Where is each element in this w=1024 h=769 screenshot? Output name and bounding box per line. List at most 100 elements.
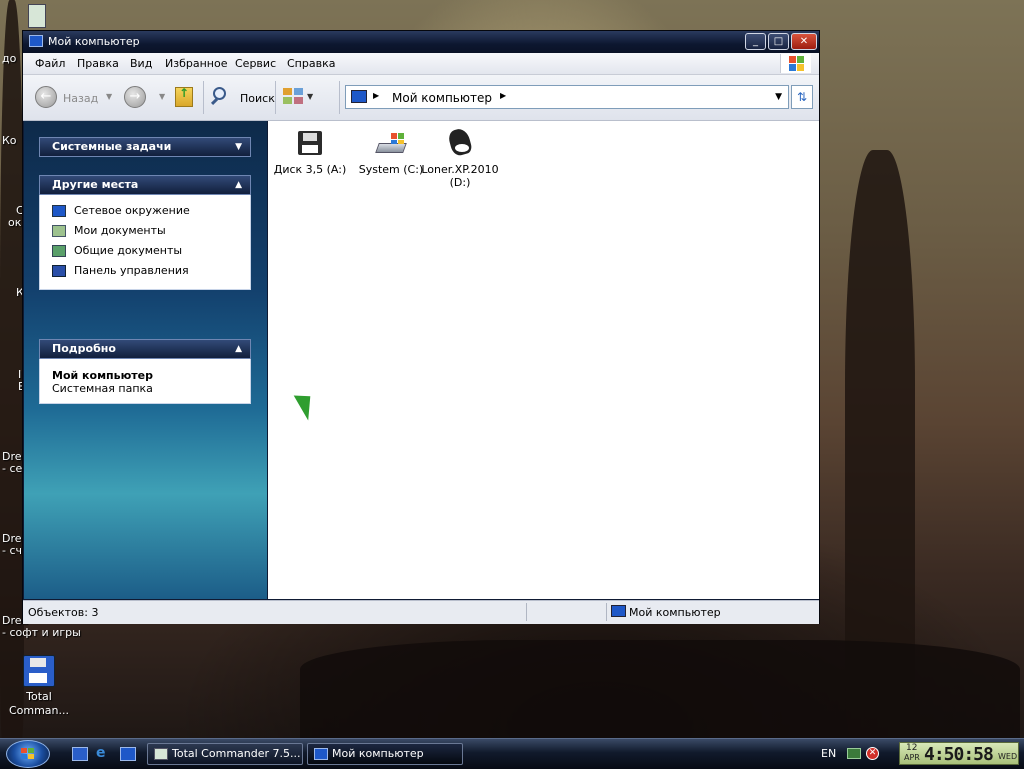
forward-dropdown-icon[interactable]: ▼ bbox=[159, 92, 165, 101]
chevron-down-icon[interactable]: ▼ bbox=[235, 138, 242, 156]
taskbar-button-total-commander[interactable]: Total Commander 7.5... bbox=[147, 743, 303, 765]
taskbar-button-my-computer[interactable]: Мой компьютер bbox=[307, 743, 463, 765]
details-type: Системная папка bbox=[52, 382, 153, 395]
desktop-icon-total-commander[interactable]: Total Comman... bbox=[8, 655, 70, 718]
desktop-clock[interactable]: 12 APR 4:50:58 WED bbox=[899, 742, 1019, 765]
folder-up-icon[interactable]: ↑ bbox=[175, 86, 193, 107]
internet-explorer-icon[interactable]: e bbox=[96, 746, 112, 760]
menu-edit[interactable]: Правка bbox=[77, 57, 119, 70]
network-tray-icon[interactable] bbox=[847, 748, 861, 759]
link-my-documents[interactable]: Мои документы bbox=[52, 221, 238, 241]
network-icon bbox=[52, 205, 66, 217]
file-view: Диск 3,5 (A:) System (C:) Loner.XP.2010 … bbox=[268, 121, 819, 599]
menu-bar: Файл Правка Вид Избранное Сервис Справка bbox=[23, 53, 819, 75]
menu-help[interactable]: Справка bbox=[287, 57, 335, 70]
task-label: Total Commander 7.5... bbox=[172, 747, 301, 760]
toolbar: ← Назад ▼ → ▼ ↑ Поиск ▼ ▶ Мой компьютер … bbox=[23, 75, 819, 121]
link-label: Мои документы bbox=[74, 224, 166, 237]
system-tasks-panel: Системные задачи ▼ bbox=[39, 137, 251, 157]
refresh-icon[interactable]: ⇅ bbox=[791, 85, 813, 109]
status-location: Мой компьютер bbox=[629, 606, 721, 619]
clock-month: APR bbox=[904, 753, 920, 762]
other-places-header[interactable]: Другие места ▲ bbox=[39, 175, 251, 195]
address-dropdown-icon[interactable]: ▼ bbox=[775, 92, 782, 102]
status-bar: Объектов: 3 Мой компьютер bbox=[23, 600, 819, 624]
breadcrumb-arrow-icon[interactable]: ▶ bbox=[373, 91, 379, 100]
task-label: Мой компьютер bbox=[332, 747, 424, 760]
back-dropdown-icon[interactable]: ▼ bbox=[106, 92, 112, 101]
details-header[interactable]: Подробно ▲ bbox=[39, 339, 251, 359]
drive-item-c[interactable]: System (C:) bbox=[351, 129, 431, 176]
status-object-count: Объектов: 3 bbox=[28, 606, 99, 619]
language-indicator[interactable]: EN bbox=[821, 747, 836, 760]
drive-item-a[interactable]: Диск 3,5 (A:) bbox=[270, 129, 350, 176]
address-bar[interactable]: ▶ Мой компьютер ▶ ▼ bbox=[345, 85, 789, 109]
floppy-icon bbox=[294, 129, 326, 159]
breadcrumb-arrow-icon[interactable]: ▶ bbox=[500, 91, 506, 100]
my-computer-icon bbox=[314, 748, 328, 760]
floppy-icon[interactable] bbox=[72, 747, 88, 761]
documents-folder-icon bbox=[52, 225, 66, 237]
menu-favorites[interactable]: Избранное bbox=[165, 57, 227, 70]
close-button[interactable]: ✕ bbox=[791, 33, 817, 50]
views-dropdown-icon[interactable]: ▼ bbox=[307, 92, 313, 101]
forward-arrow-icon[interactable]: → bbox=[124, 86, 146, 108]
desktop-text: до bbox=[2, 52, 17, 65]
link-shared-documents[interactable]: Общие документы bbox=[52, 241, 238, 261]
panel-title: Другие места bbox=[52, 178, 139, 191]
link-label: Сетевое окружение bbox=[74, 204, 190, 217]
details-name: Мой компьютер bbox=[52, 369, 154, 382]
clock-time: 4:50:58 bbox=[924, 744, 994, 765]
windows-logo-icon bbox=[780, 54, 811, 73]
back-button-label[interactable]: Назад bbox=[63, 92, 98, 105]
window-title: Мой компьютер bbox=[48, 35, 140, 48]
drive-label: System (C:) bbox=[358, 163, 424, 176]
maximize-button[interactable]: □ bbox=[768, 33, 789, 50]
security-alert-icon[interactable]: ✕ bbox=[866, 747, 879, 760]
chevron-up-icon[interactable]: ▲ bbox=[235, 176, 242, 194]
task-pane: Системные задачи ▼ Другие места ▲ Сетево… bbox=[24, 121, 267, 599]
desktop-text: - сч bbox=[2, 544, 23, 557]
menu-tools[interactable]: Сервис bbox=[235, 57, 276, 70]
my-computer-icon bbox=[351, 90, 367, 103]
system-tasks-header[interactable]: Системные задачи ▼ bbox=[39, 137, 251, 157]
menu-file[interactable]: Файл bbox=[35, 57, 65, 70]
status-separator bbox=[526, 603, 527, 621]
address-path[interactable]: Мой компьютер bbox=[392, 91, 492, 105]
link-control-panel[interactable]: Панель управления bbox=[52, 261, 238, 281]
desktop-text: Ко bbox=[2, 134, 17, 147]
search-icon-handle bbox=[210, 97, 219, 106]
start-button[interactable] bbox=[6, 740, 50, 768]
desktop-text: - софт и игры bbox=[2, 626, 81, 639]
menu-view[interactable]: Вид bbox=[130, 57, 152, 70]
toolbar-separator bbox=[275, 81, 276, 114]
hard-drive-icon bbox=[375, 129, 407, 159]
panel-title: Системные задачи bbox=[52, 140, 172, 153]
desktop-icon-partial[interactable] bbox=[28, 4, 46, 28]
floppy-icon bbox=[23, 655, 55, 687]
windows-logo-icon bbox=[21, 748, 35, 760]
title-bar[interactable]: Мой компьютер _ □ ✕ bbox=[23, 31, 819, 53]
desktop-text: - се bbox=[2, 462, 23, 475]
minimize-button[interactable]: _ bbox=[745, 33, 766, 50]
back-arrow-icon[interactable]: ← bbox=[35, 86, 57, 108]
toolbar-separator bbox=[339, 81, 340, 114]
views-icon[interactable] bbox=[283, 88, 305, 106]
control-panel-icon bbox=[52, 265, 66, 277]
show-desktop-icon[interactable] bbox=[120, 747, 136, 761]
drive-item-d[interactable]: Loner.XP.2010 (D:) bbox=[420, 126, 500, 189]
taskbar: e Total Commander 7.5... Мой компьютер E… bbox=[0, 738, 1024, 769]
desktop-text: ок bbox=[8, 216, 22, 229]
my-computer-icon bbox=[29, 35, 43, 47]
link-network-places[interactable]: Сетевое окружение bbox=[52, 201, 238, 221]
my-computer-icon bbox=[611, 605, 626, 617]
floppy-icon bbox=[154, 748, 168, 760]
details-body: Мой компьютер Системная папка bbox=[39, 359, 251, 404]
chevron-up-icon[interactable]: ▲ bbox=[235, 340, 242, 358]
dvd-drive-icon bbox=[444, 126, 476, 159]
link-label: Общие документы bbox=[74, 244, 183, 257]
toolbar-separator bbox=[203, 81, 204, 114]
drive-label: Loner.XP.2010 (D:) bbox=[421, 163, 499, 189]
search-button-label[interactable]: Поиск bbox=[240, 92, 275, 105]
clock-day: 12 bbox=[906, 743, 918, 753]
